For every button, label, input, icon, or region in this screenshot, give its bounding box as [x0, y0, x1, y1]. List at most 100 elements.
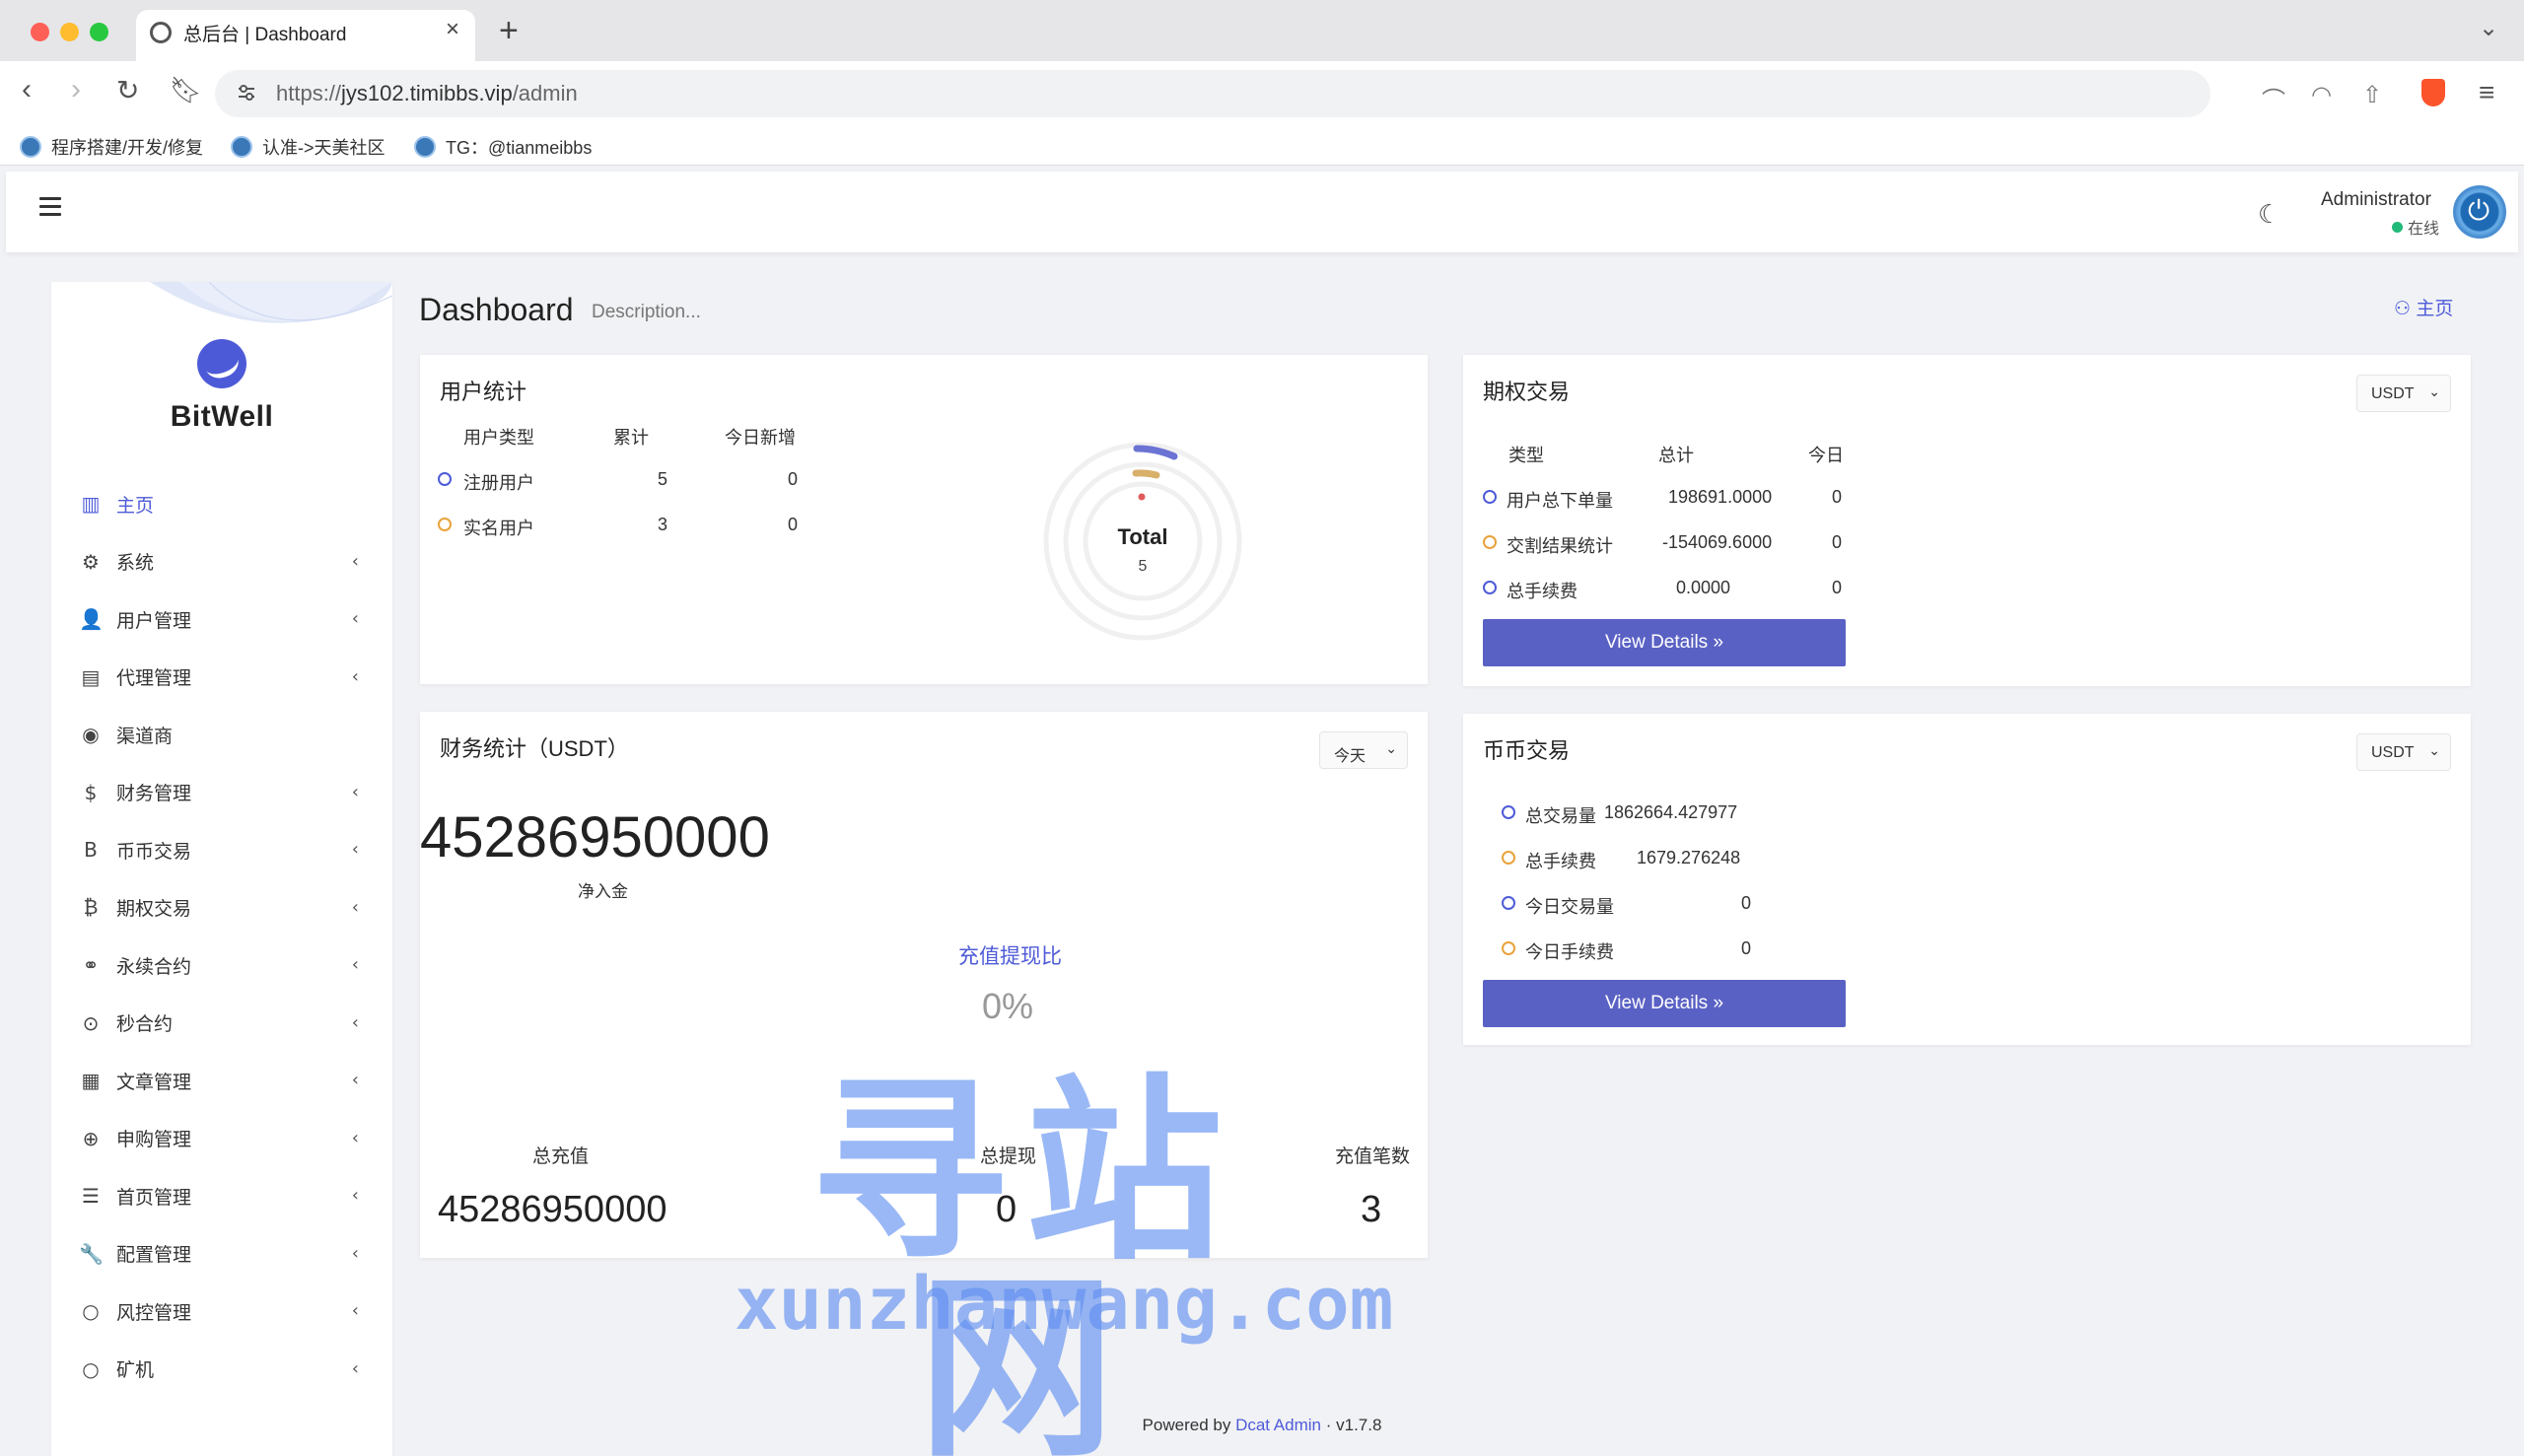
watermark-url: xunzhanwang.com: [735, 1262, 1394, 1347]
sidebar-item[interactable]: ▦ 文章管理 ‹: [51, 1052, 392, 1110]
bitcoin-icon: ₿: [83, 895, 99, 920]
brand-name[interactable]: BitWell: [51, 400, 392, 434]
bookmark-item[interactable]: 程序搭建/开发/修复: [20, 134, 203, 160]
online-dot-icon: [2392, 221, 2403, 233]
user-tie-icon: 👤: [79, 607, 104, 632]
table-cell: 5: [658, 469, 668, 489]
sidebar-item[interactable]: ⊙ 秒合约 ‹: [51, 995, 392, 1053]
life-ring-icon: ⊕: [82, 1126, 100, 1150]
sidebar-item-label: 申购管理: [116, 1130, 192, 1151]
chevron-left-icon: ‹: [351, 608, 359, 629]
sidebar-toggle-icon[interactable]: [39, 197, 61, 216]
sidebar-item[interactable]: ⊕ 申购管理 ‹: [51, 1110, 392, 1168]
donut-value: 5: [1138, 558, 1148, 575]
chevron-left-icon: ‹: [351, 1185, 359, 1206]
newspaper-icon: ▦: [81, 1069, 101, 1093]
browser-toolbar: ‹ › ↻ 🔖︎ https://jys102.timibbs.vip/admi…: [0, 61, 2524, 126]
card-title: 期权交易: [1483, 380, 1571, 404]
reload-button[interactable]: ↻: [116, 77, 139, 104]
sidebar-item-label: 代理管理: [116, 668, 192, 690]
chart-bar-icon: ▥: [81, 492, 101, 517]
bitwell-logo-icon[interactable]: [197, 339, 246, 388]
card-title: 财务统计（USDT）: [440, 736, 629, 761]
sidebar-item[interactable]: ○ 矿机 ‹: [51, 1341, 392, 1399]
page-description: Description...: [592, 302, 701, 322]
forward-button[interactable]: ›: [71, 75, 81, 104]
sidebar-item-label: 主页: [116, 495, 155, 517]
back-button[interactable]: ‹: [22, 75, 32, 104]
sidebar-item-label: 币币交易: [116, 841, 192, 863]
brave-shield-icon[interactable]: [2421, 79, 2445, 106]
sidebar-item[interactable]: 🔧 配置管理 ‹: [51, 1225, 392, 1283]
extension-icon[interactable]: ⌒: [2262, 81, 2285, 115]
dark-mode-icon[interactable]: ☾: [2258, 199, 2280, 230]
loading-icon[interactable]: ◠: [2311, 81, 2332, 109]
donut-arc-verified: [1132, 469, 1160, 479]
stat-value: 0: [1741, 893, 1752, 913]
coin-view-details-button[interactable]: View Details »: [1483, 980, 1846, 1027]
sidebar-item[interactable]: ₿ 期权交易 ‹: [51, 879, 392, 937]
tab-close-icon[interactable]: ×: [446, 16, 459, 43]
table-cell: 实名用户: [463, 519, 534, 538]
sidebar-item[interactable]: ◉ 渠道商: [51, 706, 392, 764]
donut-dot: [1138, 493, 1146, 501]
breadcrumb[interactable]: ⚇ 主页: [2394, 294, 2453, 320]
table-header: 总计: [1658, 446, 1694, 465]
bookmark-item[interactable]: TG：@tianmeibbs: [414, 134, 592, 160]
table-header: 累计: [613, 428, 649, 448]
currency-select[interactable]: USDT ⌄: [2356, 733, 2451, 771]
sidebar-item[interactable]: ○ 风控管理 ‹: [51, 1283, 392, 1341]
window-close-button[interactable]: [31, 23, 49, 41]
sidebar-item-label: 系统: [116, 553, 155, 575]
share-icon[interactable]: ⇧: [2362, 81, 2382, 109]
sidebar-item-label: 矿机: [116, 1360, 155, 1382]
footer-version: · v1.7.8: [1325, 1416, 1382, 1434]
bookmark-icon[interactable]: 🔖︎: [170, 77, 202, 103]
avatar[interactable]: [2453, 185, 2506, 239]
sidebar-item[interactable]: 👤 用户管理 ‹: [51, 590, 392, 649]
deposit-count-value: 3: [1361, 1189, 1382, 1230]
sidebar-item[interactable]: B 币币交易 ‹: [51, 821, 392, 879]
table-cell: 用户总下单量: [1507, 491, 1613, 511]
table-cell: 3: [658, 515, 668, 534]
sidebar-item[interactable]: ⚭ 永续合约 ‹: [51, 936, 392, 995]
sidebar-item-label: 首页管理: [116, 1187, 192, 1209]
new-tab-button[interactable]: +: [499, 12, 519, 50]
sidebar-item[interactable]: ▥ 主页: [51, 475, 392, 533]
table-cell: 0: [1832, 532, 1843, 552]
table-header: 用户类型: [463, 428, 534, 448]
sidebar-item[interactable]: $ 财务管理 ‹: [51, 764, 392, 822]
stat-value: 0: [1741, 938, 1752, 958]
table-header: 类型: [1508, 446, 1544, 465]
circle-icon: ○: [82, 1299, 100, 1324]
dot-circle-icon: ⊙: [82, 1010, 100, 1035]
window-maximize-button[interactable]: [90, 23, 108, 41]
url-text[interactable]: https://jys102.timibbs.vip/admin: [276, 81, 578, 106]
bookmark-item[interactable]: 认准->天美社区: [231, 134, 386, 160]
net-amount-label: 净入金: [578, 882, 628, 901]
site-settings-icon[interactable]: [237, 83, 256, 103]
tab-list-chevron-icon[interactable]: ⌄: [2479, 14, 2498, 42]
chevron-left-icon: ‹: [351, 781, 359, 802]
legend-ring-icon: [1483, 490, 1497, 504]
card-title: 币币交易: [1483, 738, 1571, 763]
sidebar-item[interactable]: ⚙ 系统 ‹: [51, 533, 392, 591]
dcat-admin-link[interactable]: Dcat Admin: [1235, 1416, 1321, 1434]
period-select[interactable]: 今天 ⌄: [1319, 731, 1408, 769]
footer-prefix: Powered by: [1142, 1416, 1231, 1434]
chevron-left-icon: ‹: [351, 550, 359, 572]
window-minimize-button[interactable]: [60, 23, 79, 41]
options-view-details-button[interactable]: View Details »: [1483, 619, 1846, 666]
sidebar-item[interactable]: ▤ 代理管理 ‹: [51, 649, 392, 707]
sidebar: BitWell ▥ 主页 ⚙ 系统 ‹ 👤 用户管理 ‹ ▤ 代理管理 ‹ ◉ 渠道商 $ 财务管理 ‹ B 币币…: [51, 282, 392, 1456]
chevron-left-icon: ‹: [351, 1357, 359, 1379]
table-cell: 0: [788, 515, 799, 534]
list-icon: ☰: [82, 1184, 100, 1209]
page-title: Dashboard: [419, 292, 574, 327]
sidebar-item-label: 期权交易: [116, 899, 192, 921]
admin-name[interactable]: Administrator: [2321, 189, 2431, 211]
currency-select[interactable]: USDT ⌄: [2356, 375, 2451, 412]
sidebar-item[interactable]: ☰ 首页管理 ‹: [51, 1167, 392, 1225]
table-header: 今日: [1808, 446, 1844, 465]
browser-menu-icon[interactable]: ≡: [2479, 77, 2494, 108]
